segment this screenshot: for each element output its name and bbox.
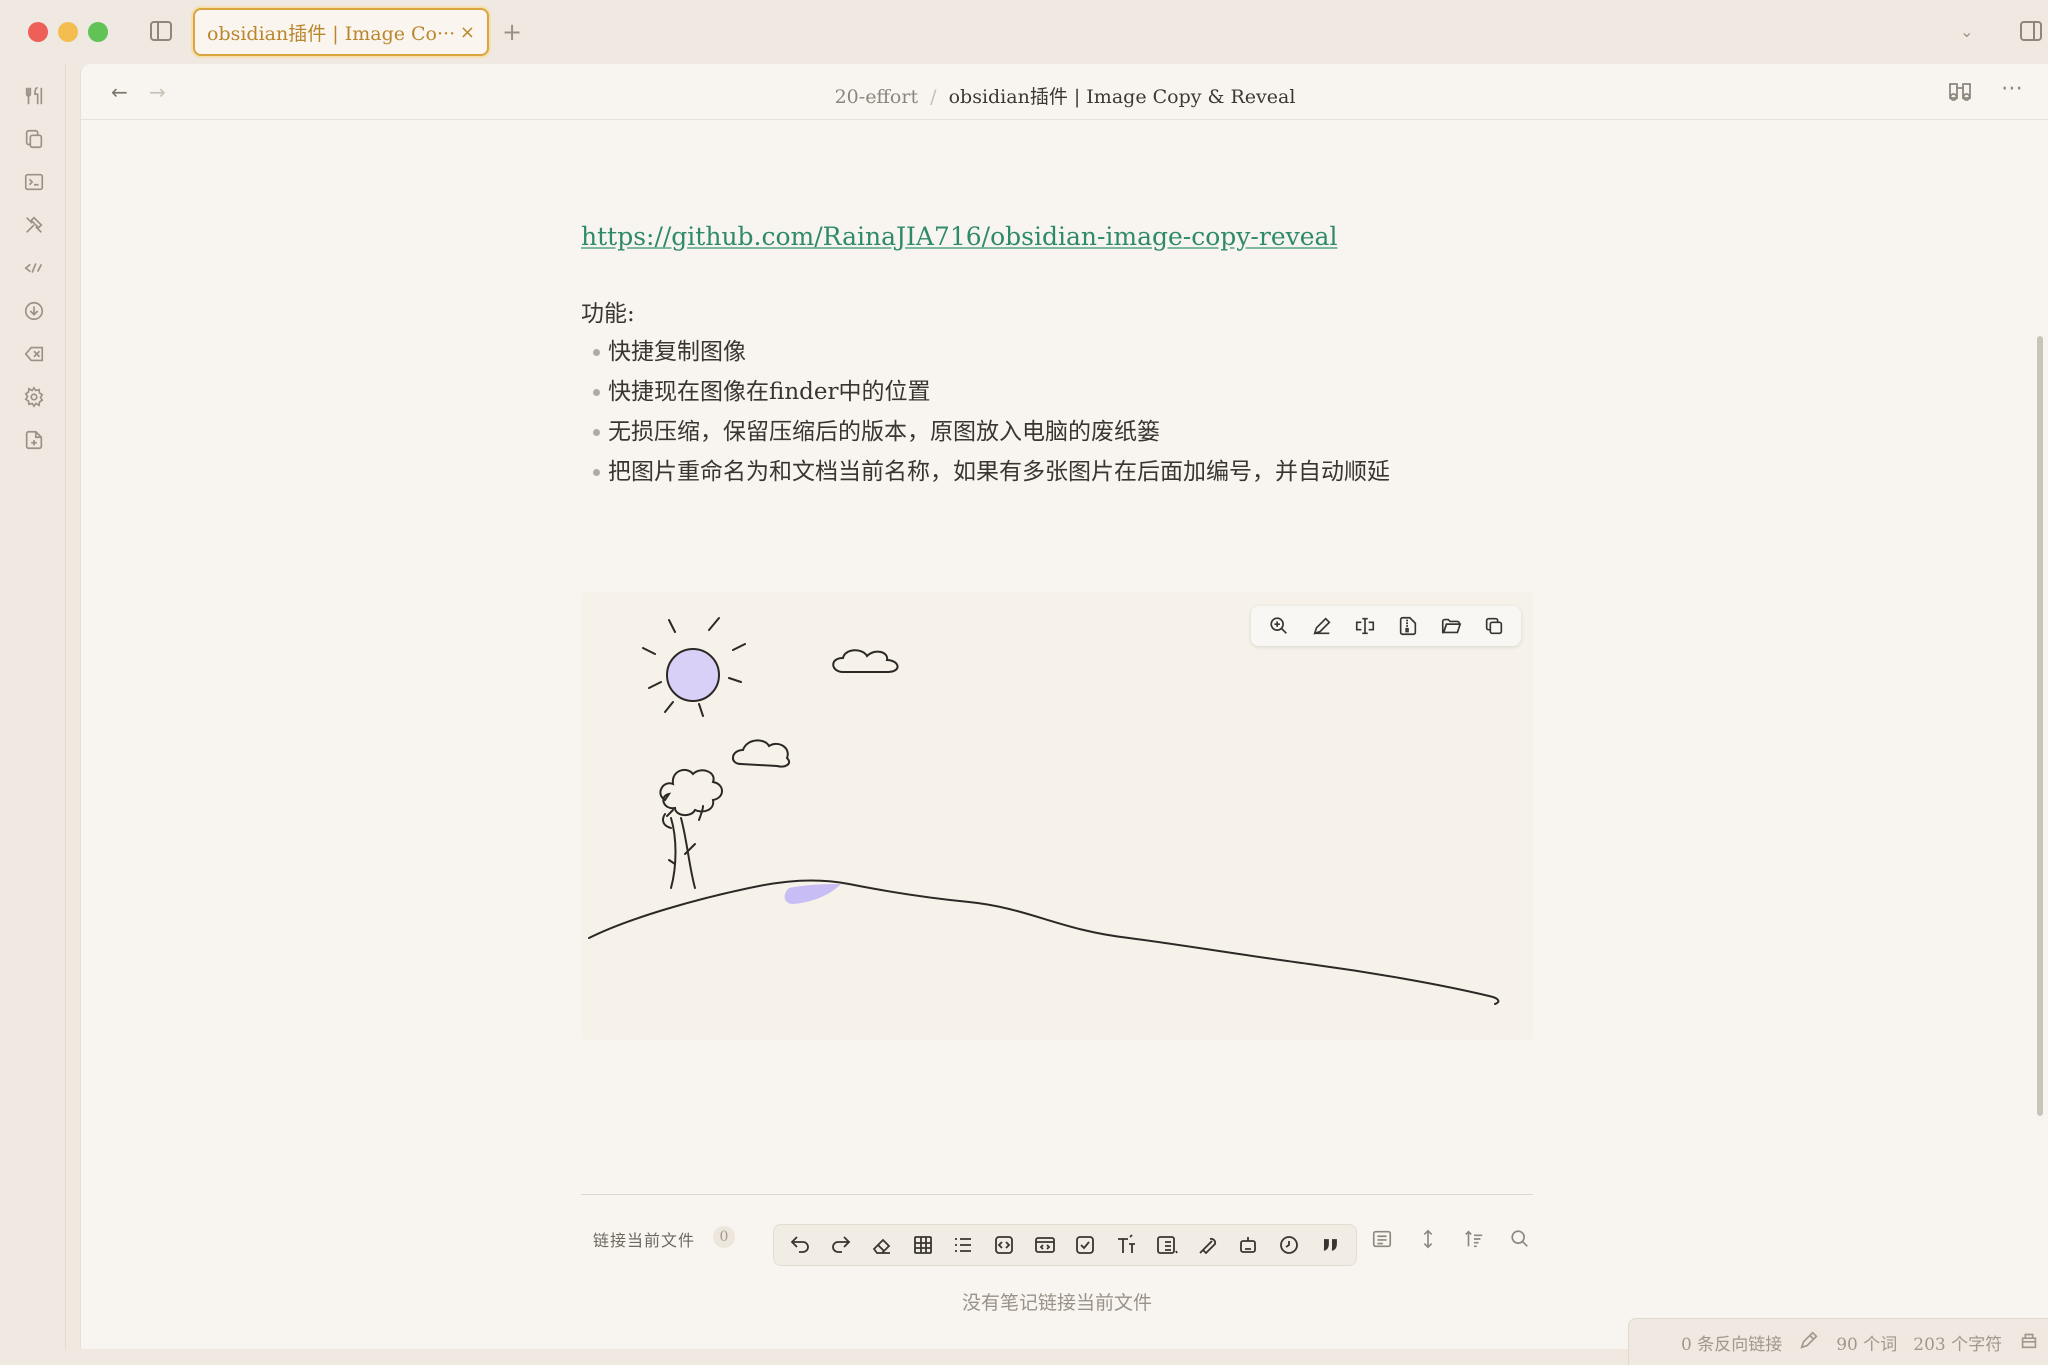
- zoom-in-icon[interactable]: [1265, 612, 1293, 640]
- list-item: 把图片重命名为和文档当前名称，如果有多张图片在后面加编号，并自动顺延: [593, 452, 1390, 492]
- edit-icon[interactable]: [1308, 612, 1336, 640]
- tools-icon[interactable]: [22, 213, 46, 237]
- collapse-results-icon[interactable]: [1369, 1226, 1395, 1252]
- status-char-count: 203 个字符: [1913, 1334, 2003, 1355]
- bullet: [593, 388, 600, 396]
- eraser-icon[interactable]: [861, 1229, 902, 1261]
- editor-pane: ← → 20-effort / obsidian插件 | Image Copy …: [80, 64, 2048, 1349]
- scrollbar[interactable]: [2037, 336, 2043, 1116]
- new-tab-button[interactable]: +: [502, 18, 522, 46]
- terminal-icon[interactable]: [22, 170, 46, 194]
- backlinks-tools: [1369, 1226, 1533, 1252]
- clock-icon[interactable]: [1269, 1229, 1310, 1261]
- breadcrumb-separator: /: [930, 86, 937, 108]
- settings-gear-icon[interactable]: [22, 385, 46, 409]
- left-sidebar-toggle-icon[interactable]: [150, 21, 172, 41]
- delete-tag-icon[interactable]: [22, 342, 46, 366]
- expand-vertical-icon[interactable]: [1415, 1226, 1441, 1252]
- list-item: 无损压缩，保留压缩后的版本，原图放入电脑的废纸篓: [593, 412, 1390, 452]
- backlinks-label[interactable]: 链接当前文件: [593, 1227, 695, 1251]
- bullet: [593, 348, 600, 356]
- percent-code-icon[interactable]: [22, 256, 46, 280]
- list-item: 快捷复制图像: [593, 332, 1390, 372]
- compress-file-icon[interactable]: [1394, 612, 1422, 640]
- tab-close-icon[interactable]: ×: [460, 22, 475, 43]
- editor-toolbar: [773, 1224, 1357, 1266]
- code-icon[interactable]: [984, 1229, 1025, 1261]
- rename-icon[interactable]: [1351, 612, 1379, 640]
- github-link[interactable]: https://github.com/RainaJIA716/obsidian-…: [581, 222, 1337, 251]
- image-toolbar: [1251, 606, 1521, 646]
- edit-mode-icon[interactable]: [1798, 1329, 1820, 1356]
- right-sidebar-toggle-icon[interactable]: [2020, 21, 2042, 41]
- list-indent-icon[interactable]: [943, 1229, 984, 1261]
- features-heading: 功能:: [581, 301, 635, 327]
- search-icon[interactable]: [1507, 1226, 1533, 1252]
- table-icon[interactable]: [902, 1229, 943, 1261]
- no-backlinks-message: 没有笔记链接当前文件: [961, 1292, 1152, 1314]
- feature-list: 快捷复制图像 快捷现在图像在finder中的位置 无损压缩，保留压缩后的版本，原…: [593, 332, 1390, 492]
- list-item: 快捷现在图像在finder中的位置: [593, 372, 1390, 412]
- sort-icon[interactable]: [1461, 1226, 1487, 1252]
- minimize-window-button[interactable]: [58, 22, 78, 42]
- reveal-folder-icon[interactable]: [1437, 612, 1465, 640]
- embedded-image[interactable]: [581, 592, 1533, 1040]
- numbered-list-icon[interactable]: [1146, 1229, 1187, 1261]
- backlinks-count-badge: 0: [713, 1226, 735, 1248]
- breadcrumb-folder[interactable]: 20-effort: [835, 86, 919, 108]
- code-block-icon[interactable]: [1024, 1229, 1065, 1261]
- title-bar: obsidian插件 | Image Co··· × + ⌄: [0, 0, 2048, 64]
- note-title[interactable]: obsidian插件 | Image Copy & Reveal: [949, 86, 1296, 108]
- zoom-window-button[interactable]: [88, 22, 108, 42]
- bullet: [593, 428, 600, 436]
- more-options-icon[interactable]: ⋯: [2001, 76, 2024, 101]
- robot-icon[interactable]: [1228, 1229, 1269, 1261]
- view-header: ← → 20-effort / obsidian插件 | Image Copy …: [81, 64, 2048, 120]
- status-backlinks[interactable]: 0 条反向链接: [1681, 1330, 1782, 1355]
- redo-icon[interactable]: [821, 1229, 862, 1261]
- landscape-sketch: [588, 617, 1500, 1005]
- close-window-button[interactable]: [28, 22, 48, 42]
- quote-icon[interactable]: [1309, 1229, 1350, 1261]
- left-ribbon: [0, 64, 66, 1349]
- tab-title: obsidian插件 | Image Co···: [207, 22, 454, 45]
- status-bar: 0 条反向链接 90 个词 203 个字符: [1628, 1318, 2048, 1365]
- sync-status-icon[interactable]: [2018, 1329, 2040, 1356]
- utensils-icon[interactable]: [22, 84, 46, 108]
- tab-list-chevron-icon[interactable]: ⌄: [1960, 22, 1973, 41]
- checkbox-icon[interactable]: [1065, 1229, 1106, 1261]
- new-file-icon[interactable]: [22, 428, 46, 452]
- backlinks-divider: [581, 1194, 1533, 1195]
- bullet: [593, 468, 600, 476]
- download-circle-icon[interactable]: [22, 299, 46, 323]
- status-word-count: 90 个词: [1836, 1334, 1898, 1355]
- breadcrumb: 20-effort / obsidian插件 | Image Copy & Re…: [81, 82, 2048, 109]
- tab-active-note[interactable]: obsidian插件 | Image Co··· ×: [193, 8, 489, 56]
- undo-icon[interactable]: [780, 1229, 821, 1261]
- copy-icon[interactable]: [1480, 612, 1508, 640]
- reading-view-icon[interactable]: [1947, 80, 1973, 108]
- text-format-icon[interactable]: [1106, 1229, 1147, 1261]
- copy-files-icon[interactable]: [22, 127, 46, 151]
- wrench-icon[interactable]: [1187, 1229, 1228, 1261]
